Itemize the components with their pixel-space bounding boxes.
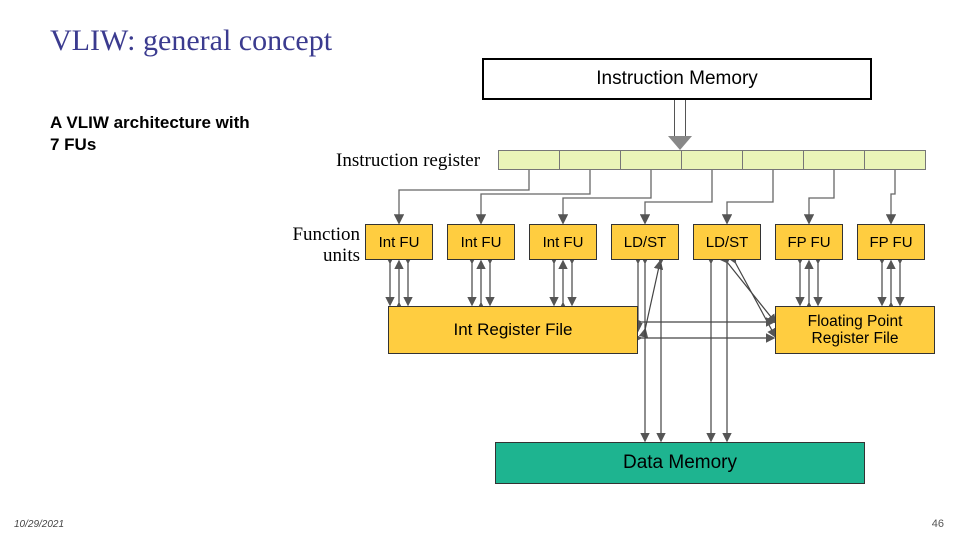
fu-box: LD/ST: [693, 224, 761, 260]
data-memory-box: Data Memory: [495, 442, 865, 484]
function-units-label: Function units: [288, 225, 360, 267]
fu-box: LD/ST: [611, 224, 679, 260]
fu-box: FP FU: [857, 224, 925, 260]
ir-slot: [559, 150, 621, 170]
instruction-register-row: [498, 150, 925, 170]
instruction-memory-box: Instruction Memory: [482, 58, 872, 100]
ir-slot: [498, 150, 560, 170]
footer-date: 10/29/2021: [14, 519, 64, 530]
ir-slot: [864, 150, 926, 170]
instruction-register-label: Instruction register: [336, 150, 480, 172]
ir-slot: [620, 150, 682, 170]
int-register-file-box: Int Register File: [388, 306, 638, 354]
ir-slot: [681, 150, 743, 170]
fu-box: FP FU: [775, 224, 843, 260]
slide-subtitle: A VLIW architecture with 7 FUs: [50, 112, 250, 156]
footer-page-number: 46: [932, 518, 944, 530]
fu-box: Int FU: [447, 224, 515, 260]
function-unit-row: Int FU Int FU Int FU LD/ST LD/ST FP FU F…: [365, 224, 939, 260]
fu-box: Int FU: [365, 224, 433, 260]
fp-register-file-box: Floating Point Register File: [775, 306, 935, 354]
slide-title: VLIW: general concept: [50, 24, 332, 58]
ir-slot: [742, 150, 804, 170]
ir-slot: [803, 150, 865, 170]
arrow-down-icon: [670, 100, 690, 150]
fu-box: Int FU: [529, 224, 597, 260]
